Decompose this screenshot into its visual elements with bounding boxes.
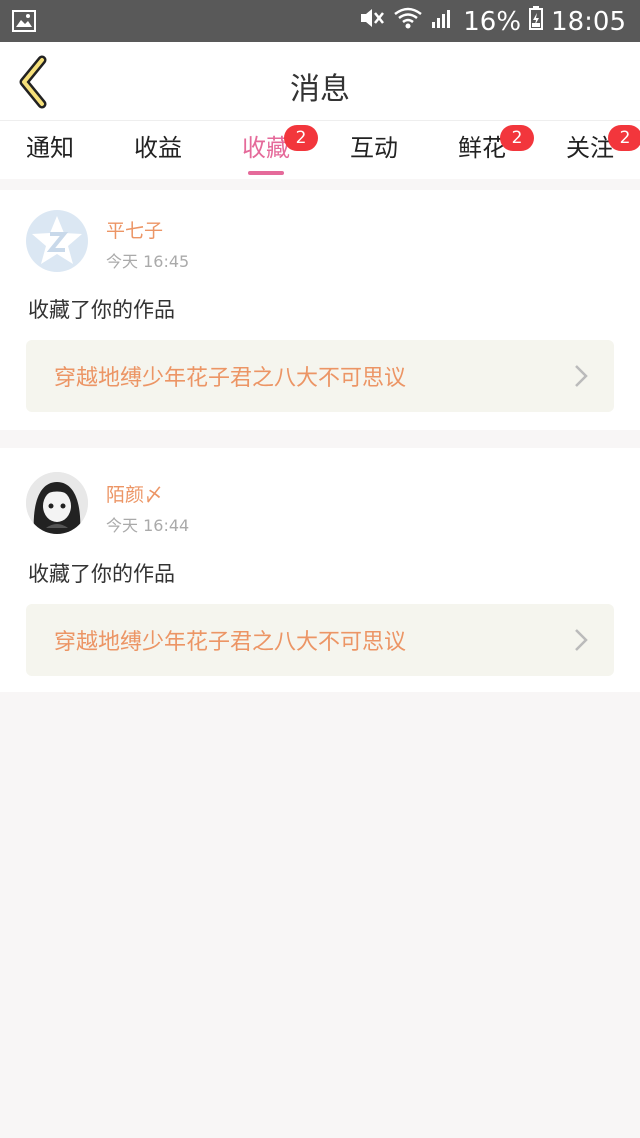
message-action: 收藏了你的作品 [28,298,175,322]
message-action: 收藏了你的作品 [28,562,175,586]
status-bar: 16% 18:05 [0,0,640,42]
user-avatar[interactable] [26,472,88,534]
user-name[interactable]: 陌颜〆 [106,480,163,507]
user-name[interactable]: 平七子 [106,216,163,243]
work-title: 穿越地缚少年花子君之八大不可思议 [54,366,407,391]
tab-label: 互动 [350,134,398,162]
tab-earnings[interactable]: 收益 [118,131,198,165]
tab-bar: 通知 收益 收藏 2 互动 鲜花 2 关注 2 [0,121,640,179]
tab-badge: 2 [284,125,318,151]
work-link[interactable]: 穿越地缚少年花子君之八大不可思议 [26,340,614,412]
tab-follow[interactable]: 关注 2 [550,125,640,165]
tab-label: 收益 [134,134,182,162]
header-bar: 消息 [0,42,640,121]
tab-interaction[interactable]: 互动 [334,131,414,165]
message-time: 今天 16:45 [106,252,190,271]
page-title: 消息 [290,72,350,107]
tab-active-indicator [248,171,284,175]
tab-label: 通知 [26,134,74,162]
chevron-right-icon [575,629,588,651]
tab-notice[interactable]: 通知 [10,131,90,165]
message-card: 陌颜〆 今天 16:44 收藏了你的作品 穿越地缚少年花子君之八大不可思议 [0,448,640,692]
work-link[interactable]: 穿越地缚少年花子君之八大不可思议 [26,604,614,676]
tab-favorites[interactable]: 收藏 2 [226,125,318,175]
message-time: 今天 16:44 [106,516,190,535]
mute-icon [359,6,385,37]
signal-icon [431,6,455,37]
tab-badge: 2 [608,125,640,151]
message-card: 平七子 今天 16:45 收藏了你的作品 穿越地缚少年花子君之八大不可思议 [0,190,640,430]
image-icon [12,10,36,36]
battery-text: 16% [463,6,522,37]
default-avatar-icon[interactable] [26,210,88,272]
tab-badge: 2 [500,125,534,151]
wifi-icon [393,6,423,37]
clock-text: 18:05 [551,6,626,37]
battery-icon [529,6,544,37]
work-title: 穿越地缚少年花子君之八大不可思议 [54,630,407,655]
tab-flowers[interactable]: 鲜花 2 [442,125,534,165]
chevron-right-icon [575,365,588,387]
